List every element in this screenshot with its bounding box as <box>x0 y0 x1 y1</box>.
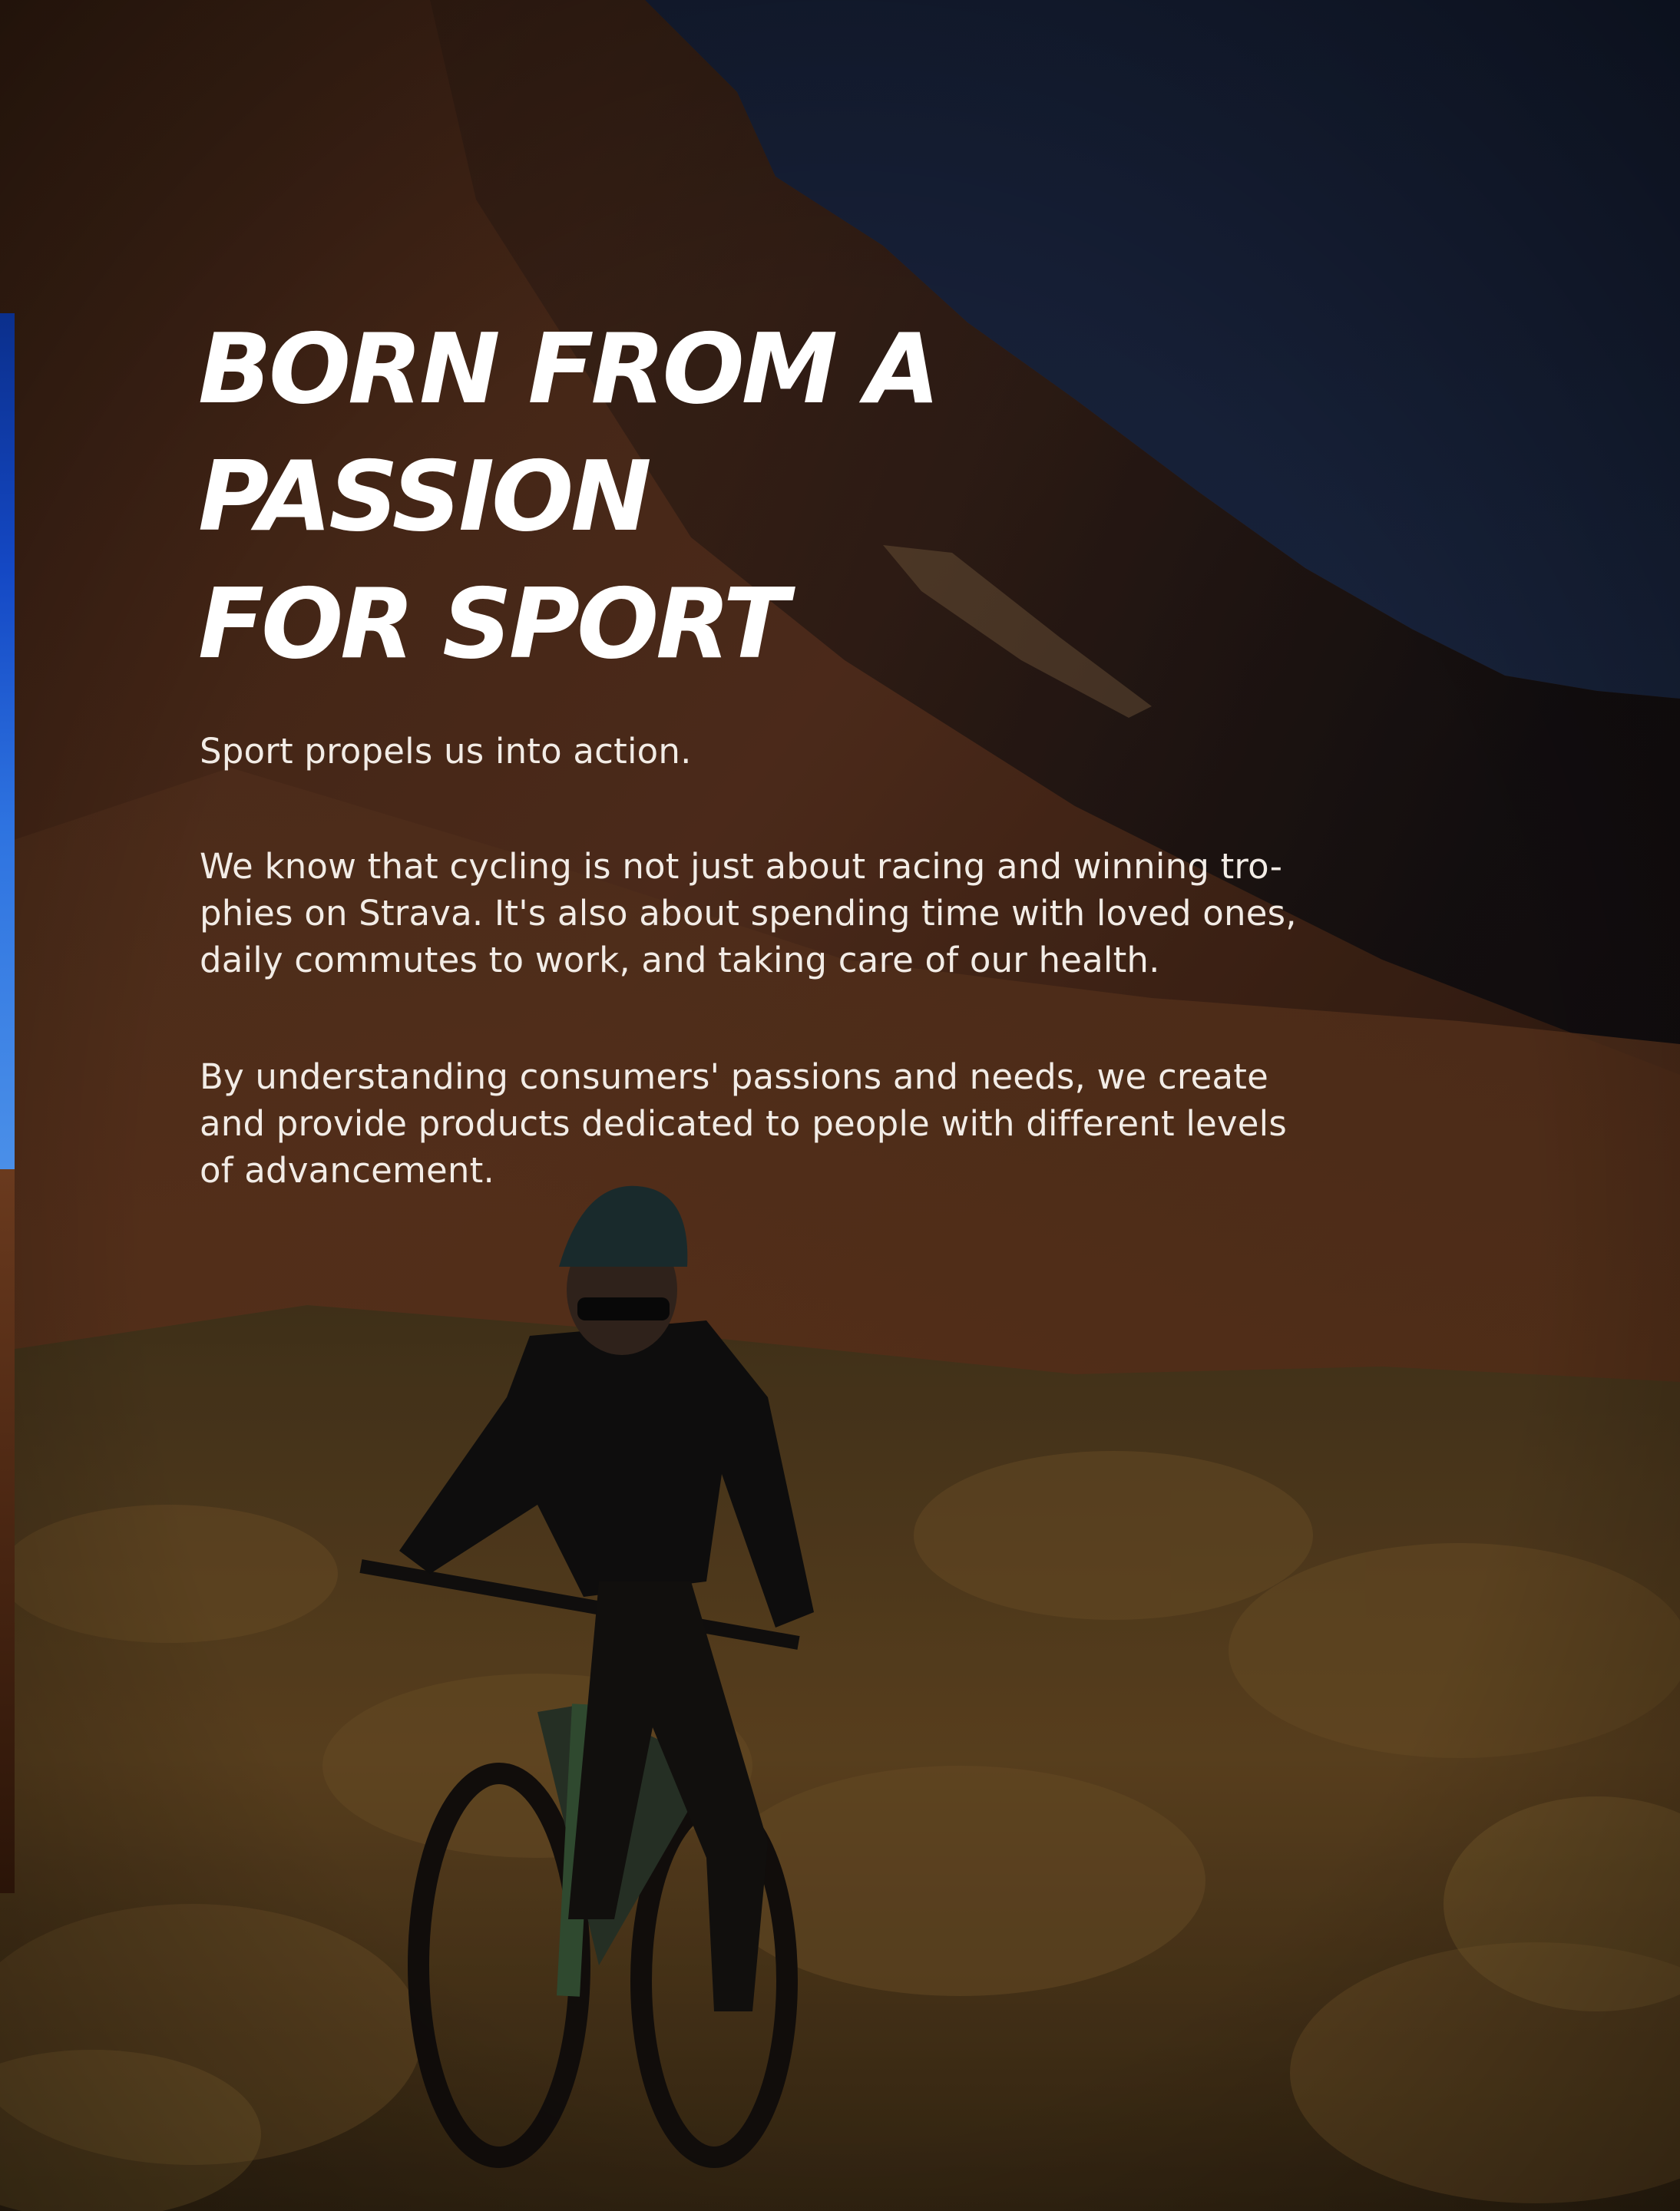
intro-paragraph-3-line: of advancement. <box>200 1150 494 1191</box>
headline-line-2: FOR SPORT <box>198 567 789 680</box>
left-edge-accent-strip <box>0 313 15 1169</box>
intro-paragraph-1-line: Sport propels us into action. <box>200 731 692 772</box>
page-headline: BORN FROM A PASSION FOR SPORT <box>198 306 1365 688</box>
intro-paragraph-2-line: phies on Strava. It's also about spendin… <box>200 893 1297 934</box>
intro-paragraph-3-line: By understanding consumers' passions and… <box>200 1056 1268 1097</box>
left-edge-photo-strip <box>0 1169 15 1893</box>
intro-paragraph-3-line: and provide products dedicated to people… <box>200 1103 1287 1144</box>
intro-paragraph-1: Sport propels us into action. <box>200 728 1336 775</box>
intro-paragraph-3: By understanding consumers' passions and… <box>200 1053 1336 1194</box>
intro-paragraph-2-line: daily commutes to work, and taking care … <box>200 940 1160 980</box>
intro-paragraph-2-line: We know that cycling is not just about r… <box>200 846 1283 887</box>
intro-paragraph-2: We know that cycling is not just about r… <box>200 843 1336 983</box>
headline-line-1: BORN FROM A PASSION <box>198 312 940 553</box>
document-page: BORN FROM A PASSION FOR SPORT Sport prop… <box>0 0 1680 2211</box>
